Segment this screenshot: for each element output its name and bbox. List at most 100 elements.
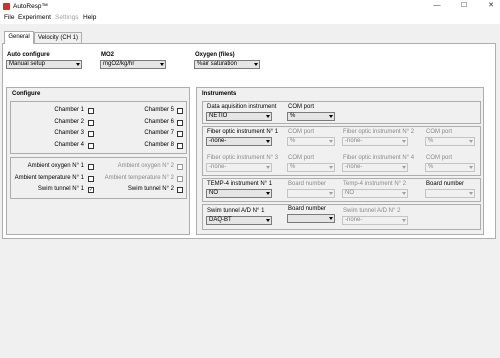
chamber-4-checkbox[interactable] (88, 143, 94, 149)
fo4-com-dropdown[interactable]: % (425, 163, 475, 172)
daq-label: Data aquisition instrument (207, 104, 277, 110)
fo2-value: -none- (345, 138, 363, 144)
chevron-down-icon (266, 115, 270, 118)
chamber-8-label: Chamber 8 (144, 142, 174, 148)
ambient-oxygen-1-label: Ambient oxygen N° 1 (27, 163, 84, 169)
ambient-oxygen-1-checkbox[interactable] (88, 164, 94, 170)
chevron-down-icon (266, 166, 270, 169)
daq-com-label: COM port (288, 104, 315, 110)
instruments-title: Instruments (202, 91, 237, 97)
ambient-temp-1-checkbox[interactable] (88, 176, 94, 182)
chevron-down-icon (402, 192, 406, 195)
chamber-2-checkbox[interactable] (88, 120, 94, 126)
chevron-down-icon (469, 140, 473, 143)
chamber-8-checkbox[interactable] (177, 143, 183, 149)
chamber-7-label: Chamber 7 (144, 130, 174, 136)
swim-tunnel-2-checkbox[interactable] (177, 187, 183, 193)
chevron-down-icon (329, 166, 333, 169)
swim-tunnel-2-label: Swim tunnel N° 2 (127, 186, 174, 192)
ambient-temp-1-label: Ambient temperature N° 1 (14, 175, 84, 181)
fo3-com-value: % (290, 164, 296, 170)
chamber-7-checkbox[interactable] (177, 131, 183, 137)
oxygen-label: Oxygen (files) (195, 52, 235, 58)
chevron-down-icon (329, 217, 333, 220)
daq-value: NETIO (209, 113, 228, 119)
mo2-dropdown[interactable]: mgO2/kg/hr (100, 60, 166, 69)
fo3-com-dropdown[interactable]: % (287, 163, 335, 172)
chevron-down-icon (160, 63, 164, 66)
ambient-temp-2-label: Ambient temperature N° 2 (104, 175, 174, 181)
minimize-button[interactable]: — (430, 1, 444, 11)
swim1-value: DAQ-BT (209, 217, 232, 223)
auto-configure-label: Auto configure (7, 52, 50, 58)
menu-settings[interactable]: Settings (55, 14, 79, 21)
swim1-dropdown[interactable]: DAQ-BT (206, 216, 272, 225)
chamber-5-label: Chamber 5 (144, 107, 174, 113)
title-bar[interactable]: AutoResp™ — ☐ ✕ (0, 0, 500, 13)
app-icon (3, 3, 10, 10)
swim2-label: Swim tunnel A/D N° 2 (343, 208, 401, 214)
chevron-down-icon (402, 219, 406, 222)
ambient-oxygen-2-checkbox[interactable] (177, 164, 183, 170)
chamber-5-checkbox[interactable] (177, 108, 183, 114)
chamber-6-label: Chamber 6 (144, 119, 174, 125)
chamber-3-label: Chamber 3 (54, 130, 84, 136)
window-title: AutoResp™ (13, 3, 49, 10)
temp1-value: NO (209, 190, 218, 196)
temp2-value: NO (345, 190, 354, 196)
chevron-down-icon (76, 63, 80, 66)
auto-configure-value: Manual setup (9, 61, 46, 67)
fo1-dropdown[interactable]: -none- (206, 137, 272, 146)
chevron-down-icon (469, 192, 473, 195)
temp2-label: Temp-4 instrument N° 2 (343, 181, 407, 187)
close-button[interactable]: ✕ (484, 1, 498, 11)
fo1-label: Fiber optic instrument N° 1 (207, 129, 279, 135)
menu-bar: File Experiment Settings Help (0, 13, 500, 24)
temp2-dropdown[interactable]: NO (342, 189, 408, 198)
auto-configure-dropdown[interactable]: Manual setup (6, 60, 82, 69)
fo2-com-dropdown[interactable]: % (425, 137, 475, 146)
chamber-4-label: Chamber 4 (54, 142, 84, 148)
temp1-dropdown[interactable]: NO (206, 189, 272, 198)
fo3-label: Fiber optic instrument N° 3 (207, 155, 279, 161)
swim-tunnel-1-checkbox[interactable]: ✓ (88, 187, 94, 193)
fo4-dropdown[interactable]: -none- (342, 163, 408, 172)
daq-dropdown[interactable]: NETIO (206, 112, 272, 121)
menu-experiment[interactable]: Experiment (18, 14, 51, 21)
temp2-board-dropdown[interactable] (425, 189, 475, 198)
maximize-button[interactable]: ☐ (457, 1, 471, 11)
swim2-dropdown[interactable]: -none- (342, 216, 408, 225)
chevron-down-icon (329, 192, 333, 195)
swim2-value: -none- (345, 217, 363, 223)
chevron-down-icon (329, 115, 333, 118)
fo1-com-label: COM port (288, 129, 315, 135)
fo2-dropdown[interactable]: -none- (342, 137, 408, 146)
fo4-value: -none- (345, 164, 363, 170)
daq-com-value: % (290, 113, 296, 119)
menu-file[interactable]: File (4, 14, 14, 21)
tab-general[interactable]: General (4, 31, 34, 44)
chamber-6-checkbox[interactable] (177, 120, 183, 126)
daq-com-dropdown[interactable]: % (287, 112, 335, 121)
swim1-label: Swim tunnel A/D N° 1 (207, 208, 265, 214)
ambient-temp-2-checkbox[interactable] (177, 176, 183, 182)
fo2-label: Fiber optic instrument N° 2 (343, 129, 415, 135)
chamber-3-checkbox[interactable] (88, 131, 94, 137)
tab-velocity[interactable]: Velocity (CH 1) (34, 32, 82, 43)
fo1-value: -none- (209, 138, 227, 144)
temp1-label: TEMP-4 instrument N° 1 (207, 181, 273, 187)
fo4-label: Fiber optic instrument N° 4 (343, 155, 415, 161)
oxygen-dropdown[interactable]: %air saturation (194, 60, 260, 69)
fo2-com-label: COM port (426, 129, 453, 135)
chevron-down-icon (402, 166, 406, 169)
swim1-board-dropdown[interactable] (287, 214, 335, 223)
fo3-dropdown[interactable]: -none- (206, 163, 272, 172)
chevron-down-icon (266, 219, 270, 222)
chevron-down-icon (469, 166, 473, 169)
chevron-down-icon (254, 63, 258, 66)
fo4-com-label: COM port (426, 155, 453, 161)
temp1-board-dropdown[interactable] (287, 189, 335, 198)
fo1-com-dropdown[interactable]: % (287, 137, 335, 146)
chamber-1-checkbox[interactable] (88, 108, 94, 114)
menu-help[interactable]: Help (83, 14, 96, 21)
